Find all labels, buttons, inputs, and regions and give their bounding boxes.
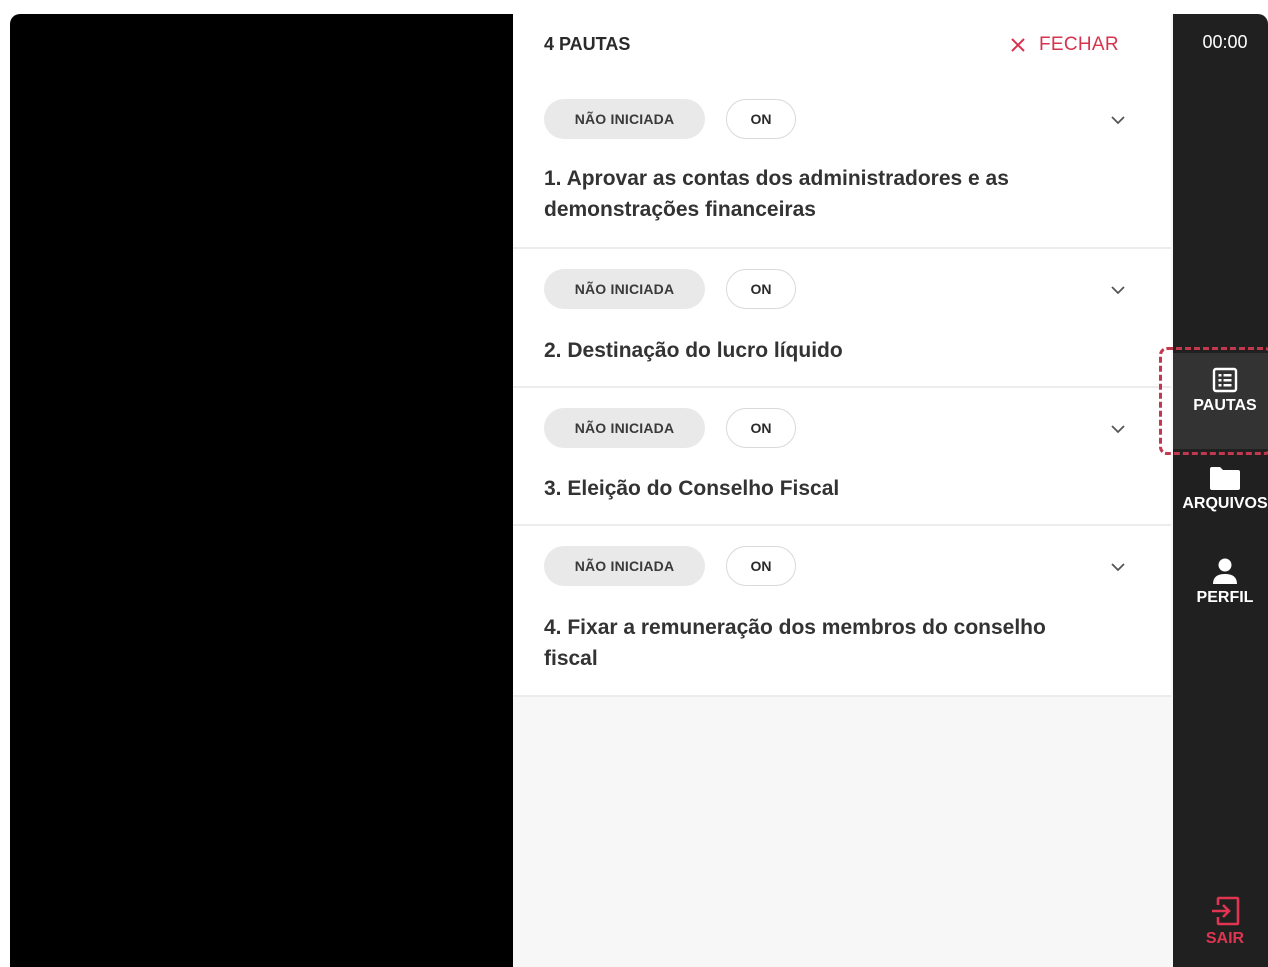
nav-perfil[interactable]: PERFIL (1173, 557, 1268, 607)
status-badge: NÃO INICIADA (544, 99, 705, 139)
mode-badge: ON (726, 269, 796, 309)
panel-header: 4 PAUTAS FECHAR (513, 14, 1171, 78)
exit-button[interactable]: SAIR (1173, 896, 1268, 948)
highlight-outline (1159, 347, 1268, 455)
pauta-item[interactable]: NÃO INICIADA ON 2. Destinação do lucro l… (513, 249, 1171, 388)
pauta-title: 3. Eleição do Conselho Fiscal (544, 477, 840, 500)
mode-badge: ON (726, 408, 796, 448)
status-badge: NÃO INICIADA (544, 408, 705, 448)
mode-badge: ON (726, 546, 796, 586)
chevron-down-icon[interactable] (1110, 562, 1126, 572)
chevron-down-icon[interactable] (1110, 424, 1126, 434)
pauta-title: 1. Aprovar as contas dos administradores… (544, 167, 1009, 221)
pauta-item[interactable]: NÃO INICIADA ON 3. Eleição do Conselho F… (513, 388, 1171, 526)
pauta-title: 4. Fixar a remuneração dos membros do co… (544, 616, 1046, 670)
close-button[interactable]: FECHAR (1010, 33, 1119, 57)
nav-arquivos[interactable]: ARQUIVOS (1173, 465, 1268, 513)
status-badge: NÃO INICIADA (544, 269, 705, 309)
pauta-item[interactable]: NÃO INICIADA ON 4. Fixar a remuneração d… (513, 526, 1171, 697)
logout-icon (1212, 896, 1240, 926)
folder-icon (1210, 467, 1240, 490)
pautas-panel: 4 PAUTAS FECHAR NÃO INICIADA ON 1. Aprov… (513, 14, 1173, 967)
exit-label: SAIR (1205, 930, 1245, 947)
close-icon (1011, 38, 1025, 52)
user-icon (1213, 558, 1237, 584)
close-label: FECHAR (1039, 34, 1119, 55)
video-area (10, 14, 513, 967)
chevron-down-icon[interactable] (1110, 285, 1126, 295)
meeting-timer: 00:00 (1202, 32, 1248, 52)
chevron-down-icon[interactable] (1110, 115, 1126, 125)
status-badge: NÃO INICIADA (544, 546, 705, 586)
nav-label: PERFIL (1196, 589, 1254, 606)
nav-label: ARQUIVOS (1182, 495, 1268, 512)
sidebar: 00:00 PAUTAS ARQUIVOS PERFIL SAIR (1173, 14, 1268, 967)
panel-title: 4 PAUTAS (544, 34, 631, 54)
mode-badge: ON (726, 99, 796, 139)
pauta-title: 2. Destinação do lucro líquido (544, 339, 843, 362)
pauta-item[interactable]: NÃO INICIADA ON 1. Aprovar as contas dos… (513, 77, 1171, 249)
